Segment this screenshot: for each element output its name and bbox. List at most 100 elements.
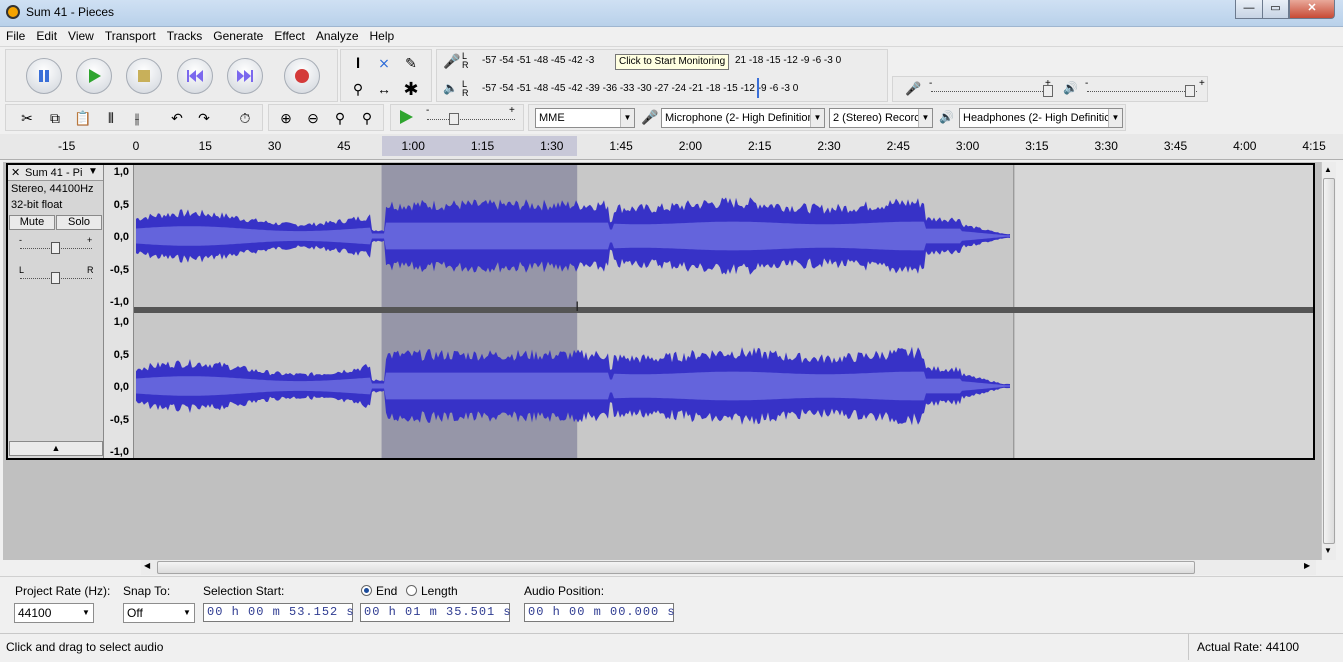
- sync-lock-icon[interactable]: ⏱: [234, 107, 256, 129]
- record-volume-slider[interactable]: [931, 91, 1051, 92]
- silence-icon[interactable]: ⫲: [126, 107, 148, 129]
- play-volume-min: -: [1085, 78, 1089, 89]
- end-radio[interactable]: End: [361, 584, 397, 598]
- gain-slider-thumb[interactable]: [51, 242, 60, 254]
- menu-edit[interactable]: Edit: [30, 27, 62, 43]
- undo-icon[interactable]: ↶: [166, 107, 188, 129]
- maximize-button[interactable]: ▭: [1262, 0, 1289, 19]
- scroll-left-icon[interactable]: ◀: [144, 561, 150, 570]
- menu-file[interactable]: File: [0, 27, 30, 43]
- project-rate-select[interactable]: 44100 ▼: [14, 603, 94, 623]
- output-device-select[interactable]: Headphones (2- High Definitic ▼: [959, 108, 1123, 128]
- record-meter-scale-tail[interactable]: 21 -18 -15 -12 -9 -6 -3 0: [735, 55, 841, 71]
- transport-toolbar: [5, 49, 338, 102]
- envelope-tool-icon[interactable]: ⨯: [373, 52, 395, 74]
- horizontal-scroll-thumb[interactable]: [157, 561, 1195, 574]
- input-channels-select[interactable]: 2 (Stereo) Recorc ▼: [829, 108, 933, 128]
- scroll-down-icon[interactable]: ▼: [1324, 546, 1332, 555]
- audio-host-select[interactable]: MME ▼: [535, 108, 635, 128]
- skip-to-end-button[interactable]: [227, 58, 263, 94]
- pan-slider-thumb[interactable]: [51, 272, 60, 284]
- play-meter-scale[interactable]: -57 -54 -51 -48 -45 -42 -39 -36 -33 -30 …: [482, 83, 798, 99]
- play-volume-thumb[interactable]: [1185, 85, 1195, 97]
- length-label: Length: [421, 584, 458, 598]
- menu-generate[interactable]: Generate: [207, 27, 268, 43]
- speed-slider[interactable]: [427, 119, 515, 120]
- selection-start-field[interactable]: 00 h 00 m 53.152 s: [203, 603, 354, 622]
- length-radio-button[interactable]: [406, 585, 417, 596]
- timeline-ruler[interactable]: -15 0 15 30 45 1:00 1:15 1:30 1:45 2:00 2:15 2:30 2:…: [0, 134, 1343, 160]
- speaker-device-icon: 🔊: [939, 110, 954, 124]
- record-meter-scale[interactable]: -57 -54 -51 -48 -45 -42 -3: [482, 55, 594, 71]
- skip-to-start-button[interactable]: [177, 58, 213, 94]
- menu-tracks[interactable]: Tracks: [161, 27, 208, 43]
- play-at-speed-icon: [400, 110, 413, 124]
- play-volume-slider[interactable]: [1087, 91, 1197, 92]
- audio-position-field[interactable]: 00 h 00 m 00.000 s: [524, 603, 675, 622]
- selection-tool-icon[interactable]: 𝐈: [347, 52, 369, 74]
- close-button[interactable]: ✕: [1289, 0, 1335, 19]
- speaker-icon[interactable]: 🔈: [443, 81, 458, 95]
- skip-to-end-icon: [237, 70, 253, 82]
- ruler-tick-label: 1:30: [540, 139, 564, 153]
- solo-button[interactable]: Solo: [56, 215, 102, 230]
- channel-separator: [134, 307, 1313, 313]
- amplitude-tick-label: 0,0: [113, 381, 129, 393]
- stop-button[interactable]: [126, 58, 162, 94]
- scroll-right-icon[interactable]: ▶: [1304, 561, 1310, 570]
- timeshift-tool-icon[interactable]: ↔: [373, 78, 395, 100]
- trim-icon[interactable]: ⫴: [100, 107, 122, 129]
- track-name[interactable]: Sum 41 - Pi: [25, 167, 82, 179]
- speed-min: -: [426, 105, 430, 116]
- redo-icon[interactable]: ↷: [193, 107, 215, 129]
- amplitude-tick-label: -0,5: [110, 263, 129, 276]
- minimize-button[interactable]: —: [1235, 0, 1263, 19]
- status-divider: [1188, 634, 1189, 660]
- tools-toolbar: 𝐈 ⨯ ✎ ⚲ ↔ ✱: [340, 49, 432, 102]
- vertical-scrollbar[interactable]: ▲ ▼: [1321, 162, 1336, 560]
- fit-selection-icon[interactable]: ⚲: [329, 107, 351, 129]
- zoom-tool-icon[interactable]: ⚲: [347, 78, 369, 100]
- ruler-tick-label: 15: [198, 139, 212, 153]
- menu-transport[interactable]: Transport: [99, 27, 161, 43]
- waveform-display[interactable]: I: [134, 165, 1313, 458]
- mute-button[interactable]: Mute: [9, 215, 55, 230]
- input-device-select[interactable]: Microphone (2- High Definitior ▼: [661, 108, 825, 128]
- menu-analyze[interactable]: Analyze: [310, 27, 364, 43]
- multi-tool-icon[interactable]: ✱: [400, 78, 422, 100]
- amplitude-ruler[interactable]: 1,0 0,5 0,0 -0,5 -1,0 1,0 0,5 0,0 -0,5 -1,0: [104, 165, 134, 458]
- record-button[interactable]: [284, 58, 320, 94]
- pause-button[interactable]: [26, 58, 62, 94]
- track-close-icon[interactable]: ✕: [11, 166, 20, 179]
- collapse-track-icon[interactable]: ▲: [9, 441, 103, 456]
- length-radio[interactable]: Length: [406, 584, 458, 598]
- meter-toolbar: 🎤 LR -57 -54 -51 -48 -45 -42 -3 Click to…: [436, 49, 888, 102]
- track-menu-chevron-icon[interactable]: ▼: [88, 166, 98, 177]
- vertical-scroll-thumb[interactable]: [1323, 178, 1335, 544]
- fit-project-icon[interactable]: ⚲: [356, 107, 378, 129]
- horizontal-scrollbar[interactable]: ◀ ▶: [141, 560, 1316, 575]
- draw-tool-icon[interactable]: ✎: [400, 52, 422, 74]
- scroll-up-icon[interactable]: ▲: [1324, 165, 1332, 174]
- play-at-speed-button[interactable]: [397, 108, 415, 129]
- paste-icon[interactable]: 📋: [72, 107, 94, 129]
- record-icon: [295, 69, 309, 83]
- play-button[interactable]: [76, 58, 112, 94]
- title-bar: Sum 41 - Pieces — ▭ ✕: [0, 0, 1343, 27]
- microphone-icon[interactable]: 🎤: [443, 53, 460, 70]
- copy-icon[interactable]: ⧉: [44, 107, 66, 129]
- output-device-value: Headphones (2- High Definitic: [963, 112, 1110, 124]
- record-volume-thumb[interactable]: [1043, 85, 1053, 97]
- menu-view[interactable]: View: [62, 27, 99, 43]
- menu-help[interactable]: Help: [364, 27, 400, 43]
- cut-icon[interactable]: ✂: [16, 107, 38, 129]
- zoom-in-icon[interactable]: ⊕: [275, 107, 297, 129]
- speed-slider-thumb[interactable]: [449, 113, 459, 125]
- chevron-down-icon: ▼: [180, 604, 194, 622]
- selection-end-field[interactable]: 00 h 01 m 35.501 s: [360, 603, 511, 622]
- snap-to-select[interactable]: Off ▼: [123, 603, 195, 623]
- end-radio-button[interactable]: [361, 585, 372, 596]
- zoom-out-icon[interactable]: ⊖: [302, 107, 324, 129]
- menu-effect[interactable]: Effect: [268, 27, 309, 43]
- track-name-bar[interactable]: ✕ Sum 41 - Pi ▼: [8, 165, 103, 181]
